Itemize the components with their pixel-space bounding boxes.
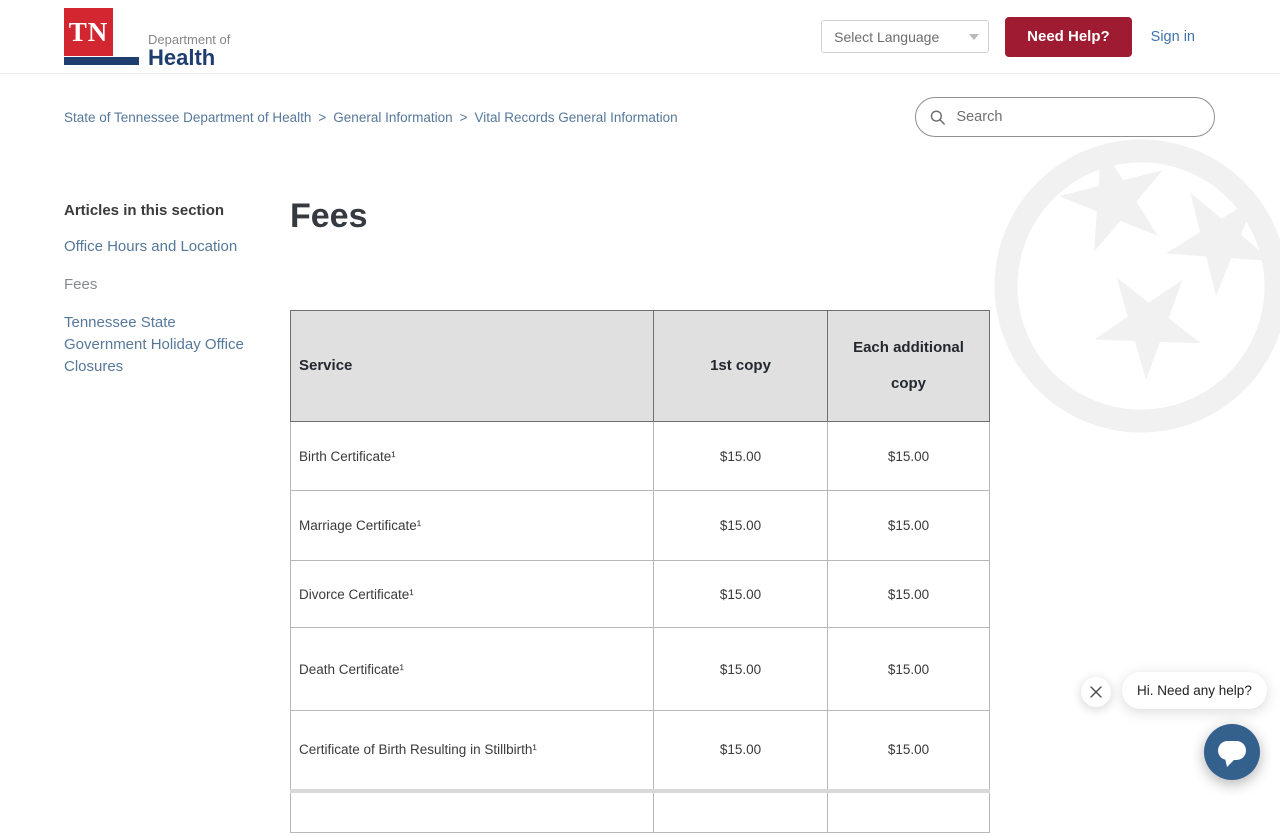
additional-copy-cell: $15.00: [827, 627, 990, 711]
language-selector[interactable]: Select Language: [821, 20, 990, 53]
table-row-death-certificate: Death Certificate¹ $15.00 $15.00: [290, 627, 990, 711]
content-area: Articles in this section Office Hours an…: [0, 196, 1280, 833]
chat-launcher-button[interactable]: [1204, 724, 1260, 780]
caret-down-icon: [969, 33, 980, 40]
column-header-each-additional-copy: Each additional copy: [827, 310, 990, 422]
breadcrumb-link-vital-records-general-information[interactable]: Vital Records General Information: [475, 110, 678, 125]
tn-logo-mark: TN: [64, 8, 139, 65]
breadcrumb-link-general-information[interactable]: General Information: [333, 110, 452, 125]
search-icon: [930, 110, 945, 125]
service-cell: Death Certificate¹: [290, 627, 654, 711]
first-copy-cell: $15.00: [653, 627, 828, 711]
search-input[interactable]: [954, 108, 1200, 126]
sign-in-link[interactable]: Sign in: [1151, 29, 1195, 45]
sidebar: Articles in this section Office Hours an…: [64, 196, 290, 833]
logo-health: Health: [148, 45, 216, 70]
breadcrumb: State of Tennessee Department of Health >…: [64, 110, 678, 125]
need-help-button[interactable]: Need Help?: [1005, 16, 1132, 57]
search-box[interactable]: [915, 97, 1215, 137]
tn-logo-square: TN: [64, 8, 113, 56]
chat-bubble-icon: [1218, 741, 1246, 767]
fees-table-header-row: Service 1st copy Each additional copy: [290, 310, 990, 422]
table-row-partial: [290, 788, 990, 833]
first-copy-cell: $15.00: [653, 710, 828, 791]
first-copy-cell: $15.00: [653, 560, 828, 628]
tn-health-logo[interactable]: TN Department of Health: [64, 8, 230, 70]
table-row-divorce-certificate: Divorce Certificate¹ $15.00 $15.00: [290, 560, 990, 628]
sidebar-item-tennessee-state-government-holiday-offic[interactable]: Tennessee State Government Holiday Offic…: [64, 312, 260, 378]
additional-copy-cell: $15.00: [827, 560, 990, 628]
service-cell: Marriage Certificate¹: [290, 490, 654, 561]
top-bar-actions: Select Language Need Help? Sign in: [821, 16, 1195, 57]
breadcrumb-separator: >: [459, 109, 468, 125]
close-icon: [1090, 686, 1102, 698]
column-header-service: Service: [290, 310, 654, 422]
top-bar: TN Department of Health Select Language …: [0, 0, 1280, 74]
breadcrumb-row: State of Tennessee Department of Health >…: [0, 74, 1280, 137]
chat-close-button[interactable]: [1081, 677, 1111, 707]
breadcrumb-separator: >: [318, 109, 327, 125]
page-title: Fees: [290, 197, 368, 235]
breadcrumb-link-state-of-tennessee-department-of-health[interactable]: State of Tennessee Department of Health: [64, 110, 311, 125]
tn-logo-bar: [64, 57, 139, 65]
sidebar-title: Articles in this section: [64, 202, 225, 219]
additional-copy-cell: $15.00: [827, 710, 990, 791]
chat-greeting-text: Hi. Need any help?: [1137, 683, 1252, 698]
fees-table: Service 1st copy Each additional copy Birt…: [290, 310, 990, 833]
sidebar-item-office-hours-and-location[interactable]: Office Hours and Location: [64, 236, 260, 258]
sidebar-list: Office Hours and Location Fees Tennessee S…: [64, 236, 290, 378]
service-cell: Divorce Certificate¹: [290, 560, 654, 628]
table-row-birth-certificate: Birth Certificate¹ $15.00 $15.00: [290, 421, 990, 491]
article: Fees Service 1st copy Each additional copy…: [290, 196, 1280, 833]
chat-greeting-bubble[interactable]: Hi. Need any help?: [1122, 672, 1267, 709]
service-cell: Certificate of Birth Resulting in Stillb…: [290, 710, 654, 791]
first-copy-cell: $15.00: [653, 490, 828, 561]
first-copy-cell: $15.00: [653, 421, 828, 491]
table-row-certificate-of-birth-resulting-in-stillb: Certificate of Birth Resulting in Stillb…: [290, 710, 990, 791]
logo-text: Department of Health: [148, 32, 230, 70]
language-selector-label: Select Language: [834, 28, 940, 45]
table-row-marriage-certificate: Marriage Certificate¹ $15.00 $15.00: [290, 490, 990, 561]
additional-copy-cell: $15.00: [827, 421, 990, 491]
column-header-1st-copy: 1st copy: [653, 310, 828, 422]
sidebar-item-fees[interactable]: Fees: [64, 274, 260, 296]
service-cell: Birth Certificate¹: [290, 421, 654, 491]
additional-copy-cell: $15.00: [827, 490, 990, 561]
fees-table-body: Birth Certificate¹ $15.00 $15.00 Marriage C…: [290, 421, 990, 791]
